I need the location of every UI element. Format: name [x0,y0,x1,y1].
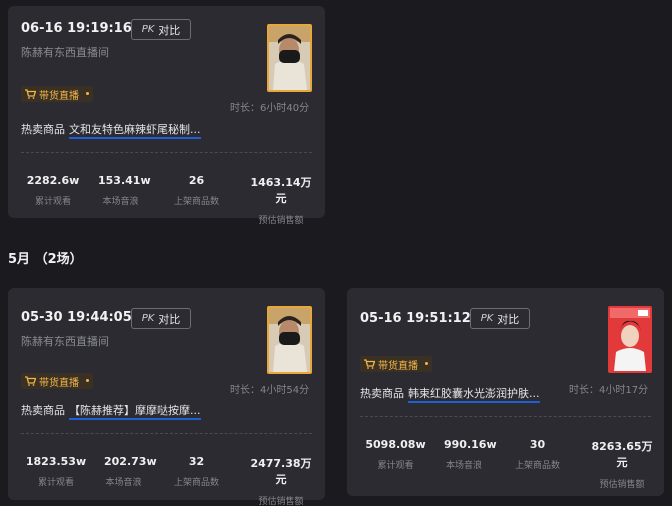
stat-total-views: 5098.08w 累计观看 [347,438,444,490]
stat-label: 本场音浪 [105,478,142,488]
stat-value: 8263.65万元 [591,440,653,469]
pk-label: 对比 [158,312,181,326]
room-name: 陈赫有东西直播间 [21,46,109,59]
badge-label: 带货直播 [39,90,79,102]
stat-label: 累计观看 [377,461,414,471]
stat-sound-waves: 153.41w 本场音浪 [98,174,151,226]
hot-product-label: 热卖商品 [21,404,65,417]
hot-product: 热卖商品 文和友特色麻辣虾尾秘制... [21,121,201,139]
stat-label: 累计观看 [34,197,71,207]
pk-icon: PK [480,313,494,324]
duration: 时长：4小时54分 [230,385,310,396]
stat-product-count: 32 上架商品数 [143,455,250,506]
hot-product-link[interactable]: 文和友特色麻辣虾尾秘制... [69,123,201,139]
shopping-cart-icon [25,376,36,386]
streamer-photo-icon [269,26,310,90]
divider [21,433,312,434]
hot-product-link[interactable]: 韩束红胶囊水光澎润护肤... [408,387,540,403]
shopping-cart-icon [25,89,36,99]
stat-label: 上架商品数 [514,461,560,471]
stat-label: 上架商品数 [173,197,219,207]
stat-value: 2477.38万元 [250,457,312,486]
stat-total-views: 1823.53w 累计观看 [8,455,104,506]
hot-product-link[interactable]: 【陈赫推荐】摩摩哒按摩... [69,404,201,420]
streamer-photo-icon [610,308,650,371]
stats-row: 1823.53w 累计观看 202.73w 本场音浪 32 上架商品数 2477… [8,455,312,506]
pk-compare-button[interactable]: PK 对比 [131,19,191,40]
badge-label: 带货直播 [378,360,418,372]
commerce-live-badge: 带货直播 [21,86,93,102]
duration: 时长：6小时40分 [230,103,310,114]
live-session-card[interactable]: 06-16 19:19:16 陈赫有东西直播间 PK 对比 带货直播 时长：6小… [8,6,325,226]
stat-sound-waves: 990.16w 本场音浪 [444,438,497,490]
live-thumbnail[interactable] [267,24,312,92]
stat-label: 预估销售额 [258,497,304,506]
divider [360,416,651,417]
stat-value: 2282.6w [26,174,80,187]
stat-value: 5098.08w [365,438,426,451]
live-session-card[interactable]: 05-16 19:51:12 PK 对比 带货直播 时长：4小时17分 热卖商品… [347,288,664,496]
stat-label: 预估销售额 [258,216,304,226]
session-time: 06-16 19:19:16 [21,21,132,36]
stat-estimated-sales: 2477.38万元 预估销售额 [250,455,312,506]
stat-value: 1463.14万元 [250,176,312,205]
shopping-cart-icon [364,359,375,369]
commerce-live-badge: 带货直播 [360,356,432,372]
stat-product-count: 26 上架商品数 [143,174,250,226]
stats-row: 2282.6w 累计观看 153.41w 本场音浪 26 上架商品数 1463.… [8,174,312,226]
pk-icon: PK [141,313,155,324]
stat-value: 202.73w [104,455,157,468]
stat-label: 预估销售额 [599,480,645,490]
stat-value: 1823.53w [25,455,87,468]
pk-label: 对比 [158,23,181,37]
hot-product: 热卖商品 【陈赫推荐】摩摩哒按摩... [21,402,201,420]
live-thumbnail[interactable] [608,306,652,373]
stat-label: 本场音浪 [102,197,139,207]
badge-dot [86,92,89,95]
live-thumbnail[interactable] [267,306,312,374]
month-header: 5月 （2场） [8,252,83,267]
stat-label: 累计观看 [37,478,74,488]
session-time: 05-16 19:51:12 [360,311,471,326]
stat-label: 上架商品数 [173,478,219,488]
hot-product-label: 热卖商品 [360,387,404,400]
stat-sound-waves: 202.73w 本场音浪 [104,455,157,506]
room-name: 陈赫有东西直播间 [21,335,109,348]
badge-label: 带货直播 [39,377,79,389]
stats-row: 5098.08w 累计观看 990.16w 本场音浪 30 上架商品数 8263… [347,438,653,490]
stat-estimated-sales: 1463.14万元 预估销售额 [250,174,312,226]
stat-value: 26 [188,174,205,187]
streamer-photo-icon [269,308,310,372]
stat-estimated-sales: 8263.65万元 预估销售额 [591,438,653,490]
pk-label: 对比 [497,312,520,326]
pk-icon: PK [141,24,155,35]
live-session-card[interactable]: 05-30 19:44:05 陈赫有东西直播间 PK 对比 带货直播 时长：4小… [8,288,325,506]
hot-product: 热卖商品 韩束红胶囊水光澎润护肤... [360,385,540,403]
badge-dot [86,379,89,382]
stat-label: 本场音浪 [445,461,482,471]
hot-product-label: 热卖商品 [21,123,65,136]
session-time: 05-30 19:44:05 [21,310,132,325]
duration: 时长：4小时17分 [569,385,649,396]
stat-value: 30 [529,438,546,451]
stat-value: 32 [188,455,205,468]
stat-total-views: 2282.6w 累计观看 [8,174,98,226]
pk-compare-button[interactable]: PK 对比 [131,308,191,329]
stat-value: 990.16w [444,438,497,451]
stat-product-count: 30 上架商品数 [484,438,591,490]
commerce-live-badge: 带货直播 [21,373,93,389]
badge-dot [425,362,428,365]
divider [21,152,312,153]
pk-compare-button[interactable]: PK 对比 [470,308,530,329]
stat-value: 153.41w [98,174,151,187]
